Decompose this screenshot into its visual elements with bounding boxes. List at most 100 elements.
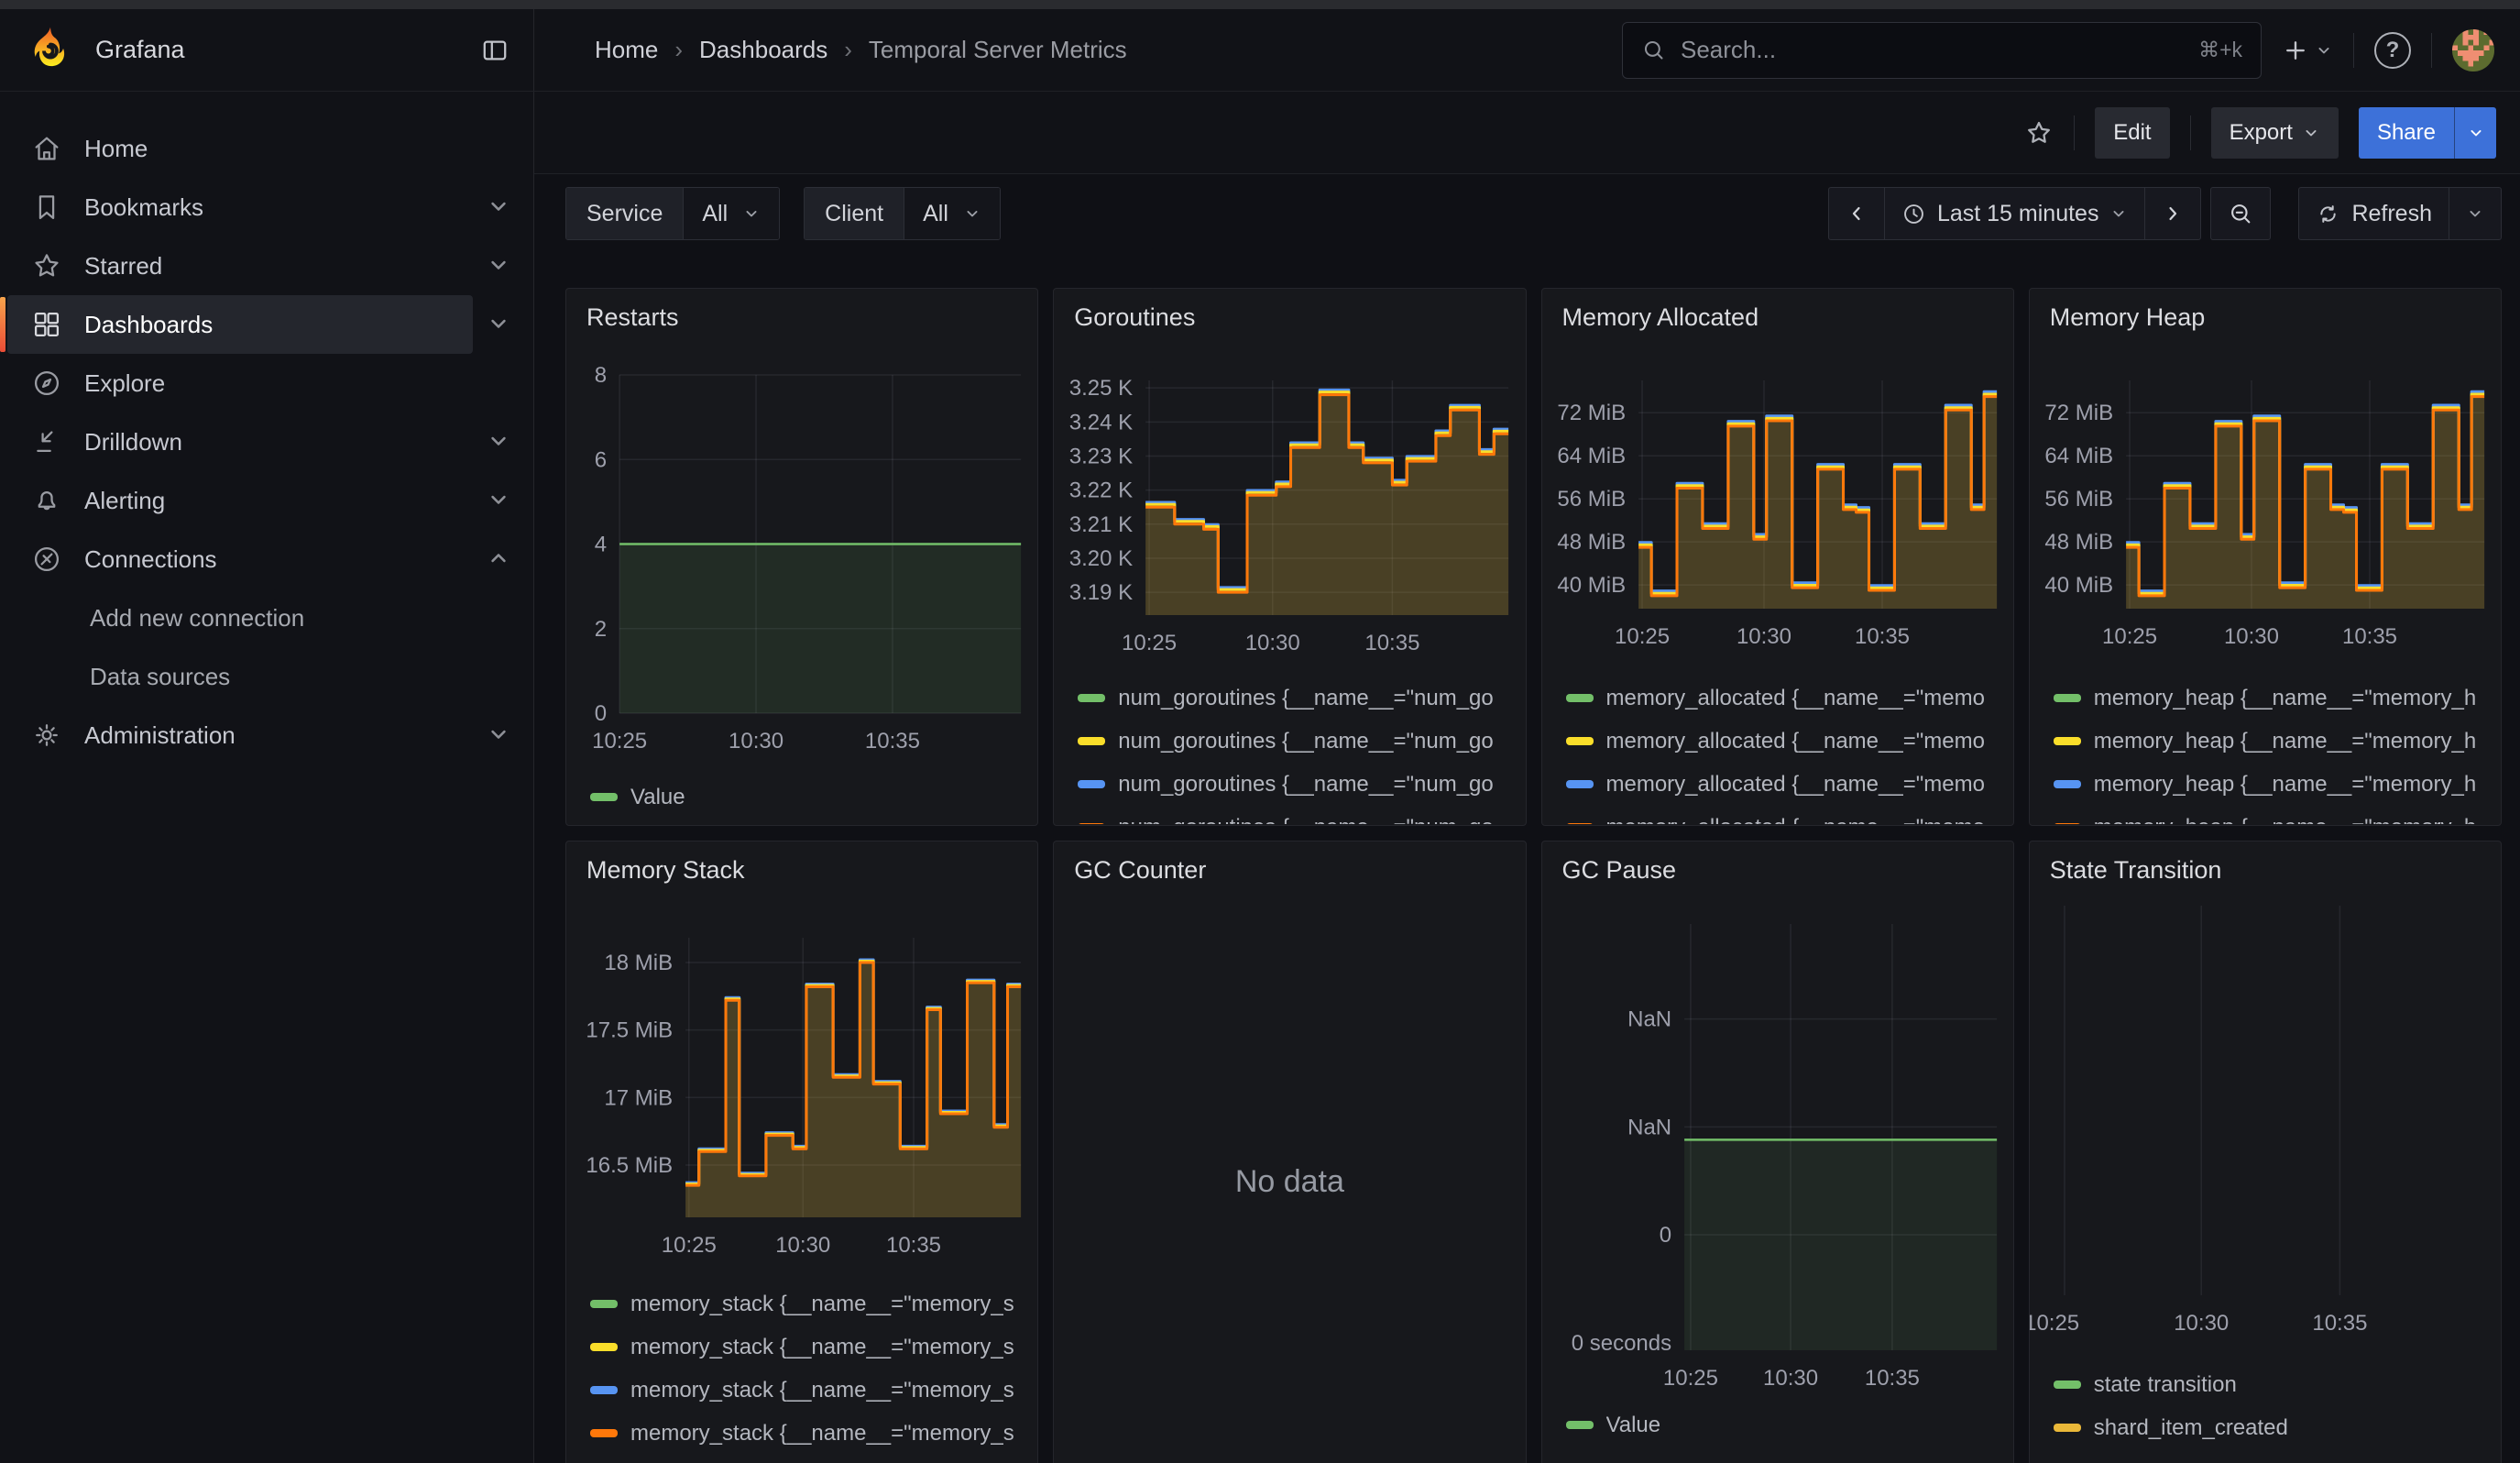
panel-title[interactable]: GC Counter: [1074, 856, 1206, 885]
panel-title[interactable]: Goroutines: [1074, 303, 1195, 332]
no-data-message: No data: [1054, 1164, 1525, 1200]
svg-text:NaN: NaN: [1627, 1115, 1671, 1139]
help-icon[interactable]: ?: [2374, 32, 2411, 69]
time-series-chart[interactable]: NaNNaN00 seconds10:2510:3010:35: [1542, 842, 2013, 1396]
panel-title[interactable]: Memory Allocated: [1562, 303, 1759, 332]
sidebar-row: Connections: [0, 530, 533, 588]
variable-value-dropdown[interactable]: All: [904, 188, 1000, 239]
sidebar-item-connections[interactable]: Connections: [7, 530, 473, 588]
panel-title[interactable]: State Transition: [2050, 856, 2222, 885]
share-button[interactable]: Share: [2359, 107, 2454, 159]
variable-client: ClientAll: [804, 187, 1001, 240]
breadcrumb-item[interactable]: Dashboards: [699, 36, 827, 64]
svg-text:10:35: 10:35: [1854, 624, 1909, 649]
legend-item[interactable]: state transition: [2054, 1371, 2490, 1398]
legend-item[interactable]: num_goroutines {__name__="num_go: [1078, 771, 1514, 798]
dock-menu-icon[interactable]: [480, 36, 509, 65]
sidebar-item-explore[interactable]: Explore: [7, 354, 513, 412]
svg-text:64 MiB: 64 MiB: [2044, 444, 2113, 468]
svg-text:3.20 K: 3.20 K: [1069, 546, 1133, 571]
time-series-chart[interactable]: 72 MiB64 MiB56 MiB48 MiB40 MiB10:2510:30…: [2030, 289, 2501, 655]
chevron-up-icon[interactable]: [486, 545, 513, 573]
legend-item[interactable]: memory_allocated {__name__="memo: [1566, 771, 2002, 798]
legend-item[interactable]: memory_stack {__name__="memory_s: [590, 1291, 1026, 1317]
time-forward-button[interactable]: [2144, 187, 2201, 240]
legend-label: memory_allocated {__name__="memo: [1606, 729, 1985, 754]
chevron-down-icon[interactable]: [486, 721, 513, 749]
bookmark-icon: [31, 192, 62, 223]
legend-label: num_goroutines {__name__="num_go: [1118, 815, 1494, 825]
export-button[interactable]: Export: [2211, 107, 2339, 159]
favorite-star-button[interactable]: [2024, 118, 2054, 148]
sidebar-item-dashboards[interactable]: Dashboards: [7, 295, 473, 354]
legend-item[interactable]: num_goroutines {__name__="num_go: [1078, 814, 1514, 824]
panels-grid: Restarts 8642010:2510:3010:35 Value Goro…: [565, 288, 2502, 1463]
legend-item[interactable]: memory_heap {__name__="memory_h: [2054, 814, 2490, 824]
sidebar-item-starred[interactable]: Starred: [7, 236, 473, 295]
legend-label: memory_allocated {__name__="memo: [1606, 815, 1985, 825]
legend-item[interactable]: memory_stack {__name__="memory_s: [590, 1334, 1026, 1360]
panel-state-transition: State Transition 10:2510:3010:35 state t…: [2029, 841, 2502, 1463]
time-series-chart[interactable]: 10:2510:3010:35: [2030, 842, 2501, 1355]
legend-label: memory_heap {__name__="memory_h: [2094, 815, 2476, 825]
sidebar-item-add-new-connection[interactable]: Add new connection: [7, 588, 513, 647]
sidebar-item-bookmarks[interactable]: Bookmarks: [7, 178, 473, 236]
legend-label: num_goroutines {__name__="num_go: [1118, 772, 1494, 798]
legend-swatch: [1566, 737, 1594, 745]
svg-text:10:30: 10:30: [729, 729, 783, 754]
svg-text:56 MiB: 56 MiB: [2044, 487, 2113, 512]
panel-title[interactable]: Memory Stack: [586, 856, 745, 885]
time-series-chart[interactable]: 3.25 K3.24 K3.23 K3.22 K3.21 K3.20 K3.19…: [1054, 289, 1525, 661]
refresh-interval-dropdown[interactable]: [2449, 187, 2502, 240]
grafana-logo-icon[interactable]: [26, 26, 75, 75]
time-range-picker[interactable]: Last 15 minutes: [1884, 187, 2146, 240]
sidebar-item-administration[interactable]: Administration: [7, 706, 473, 764]
svg-text:4: 4: [595, 533, 607, 557]
chevron-down-icon[interactable]: [486, 193, 513, 221]
zoom-out-button[interactable]: [2210, 187, 2271, 240]
chevron-down-icon[interactable]: [486, 311, 513, 338]
sidebar-item-home[interactable]: Home: [7, 119, 513, 178]
legend-item[interactable]: memory_heap {__name__="memory_h: [2054, 771, 2490, 798]
legend-item[interactable]: memory_stack {__name__="memory_s: [590, 1377, 1026, 1403]
add-new-button[interactable]: [2282, 37, 2333, 64]
legend-item[interactable]: memory_heap {__name__="memory_h: [2054, 728, 2490, 754]
legend-item[interactable]: memory_allocated {__name__="memo: [1566, 728, 2002, 754]
legend-label: Value: [630, 785, 685, 810]
chevron-down-icon[interactable]: [486, 428, 513, 456]
breadcrumb-item[interactable]: Home: [595, 36, 658, 64]
user-avatar[interactable]: [2452, 29, 2494, 72]
time-series-chart[interactable]: 18 MiB17.5 MiB17 MiB16.5 MiB10:2510:3010…: [566, 842, 1037, 1268]
chart-legend: Value: [1566, 1401, 2002, 1456]
share-dropdown-button[interactable]: [2454, 107, 2496, 159]
dashboard-toolbar: ServiceAllClientAll Last 15 minutes: [565, 187, 2502, 240]
panel-title[interactable]: GC Pause: [1562, 856, 1677, 885]
chevron-down-icon[interactable]: [486, 252, 513, 280]
panel-title[interactable]: Restarts: [586, 303, 679, 332]
legend-item[interactable]: num_goroutines {__name__="num_go: [1078, 728, 1514, 754]
legend-item[interactable]: memory_allocated {__name__="memo: [1566, 685, 2002, 711]
legend-item[interactable]: num_goroutines {__name__="num_go: [1078, 685, 1514, 711]
chevron-down-icon[interactable]: [486, 487, 513, 514]
sidebar-item-drilldown[interactable]: Drilldown: [7, 412, 473, 471]
legend-item[interactable]: Value: [1566, 1412, 2002, 1438]
legend-item[interactable]: memory_allocated {__name__="memo: [1566, 814, 2002, 824]
time-series-chart[interactable]: 72 MiB64 MiB56 MiB48 MiB40 MiB10:2510:30…: [1542, 289, 2013, 655]
time-series-chart[interactable]: 8642010:2510:3010:35: [566, 289, 1037, 761]
refresh-button[interactable]: Refresh: [2298, 187, 2449, 240]
time-back-button[interactable]: [1828, 187, 1885, 240]
sidebar-item-alerting[interactable]: Alerting: [7, 471, 473, 530]
svg-text:10:25: 10:25: [1122, 631, 1177, 655]
variable-value-dropdown[interactable]: All: [683, 188, 779, 239]
edit-button[interactable]: Edit: [2095, 107, 2169, 159]
legend-item[interactable]: memory_stack {__name__="memory_s: [590, 1420, 1026, 1446]
divider: [2074, 116, 2075, 150]
legend-item[interactable]: shard_item_created: [2054, 1414, 2490, 1441]
svg-text:3.24 K: 3.24 K: [1069, 410, 1133, 434]
legend-item[interactable]: Value: [590, 784, 1026, 810]
divider: [2353, 33, 2354, 68]
search-input[interactable]: Search... ⌘+k: [1622, 22, 2262, 79]
panel-title[interactable]: Memory Heap: [2050, 303, 2206, 332]
sidebar-item-data-sources[interactable]: Data sources: [7, 647, 513, 706]
legend-item[interactable]: memory_heap {__name__="memory_h: [2054, 685, 2490, 711]
